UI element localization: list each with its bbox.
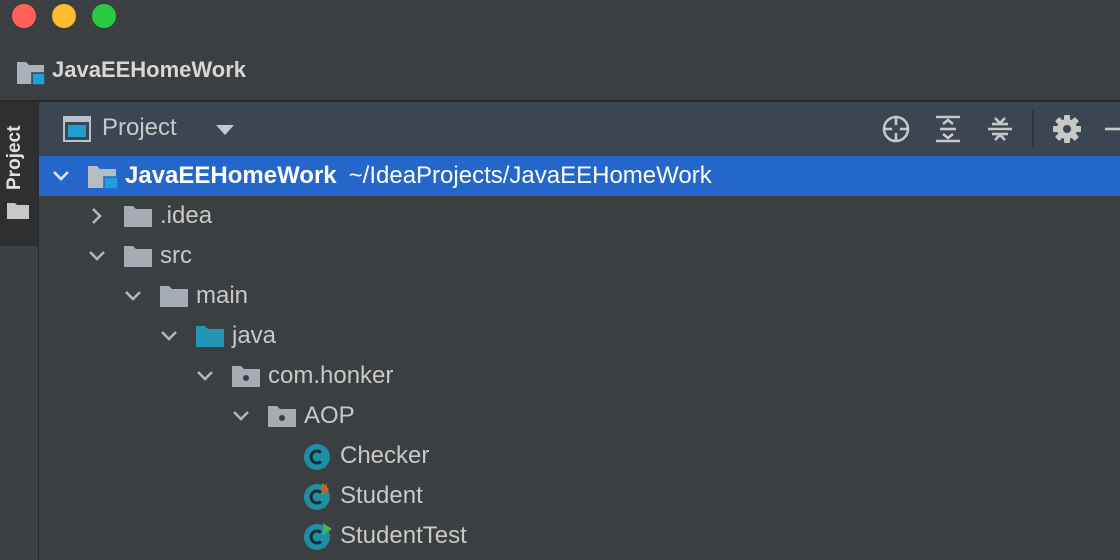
- project-panel-header: Project: [39, 102, 1120, 156]
- expand-all-icon[interactable]: [934, 114, 962, 144]
- project-tool-window-tab[interactable]: Project: [0, 102, 38, 246]
- locate-icon[interactable]: [881, 114, 911, 144]
- tree-row-studenttest[interactable]: StudentTest: [39, 516, 1120, 556]
- tree-label: Student: [340, 482, 423, 509]
- chevron-down-icon[interactable]: [231, 406, 251, 426]
- runnable-class-icon: [304, 523, 332, 550]
- tree-row-project-root[interactable]: JavaEEHomeWork ~/IdeaProjects/JavaEEHomeW…: [39, 156, 1120, 196]
- title-bar: JavaEEHomeWork: [0, 0, 1120, 100]
- project-view-icon: [63, 116, 91, 142]
- tree-row-checker[interactable]: Checker: [39, 436, 1120, 476]
- zoom-window-button[interactable]: [92, 4, 116, 28]
- toolbar-separator: [1032, 110, 1034, 148]
- folder-icon: [7, 203, 29, 219]
- project-name: JavaEEHomeWork: [125, 162, 337, 189]
- minimize-icon[interactable]: [1105, 114, 1120, 144]
- tree-label: src: [160, 242, 192, 269]
- project-tab-label: Project: [4, 125, 25, 190]
- chevron-right-icon[interactable]: [87, 206, 107, 226]
- project-path: ~/IdeaProjects/JavaEEHomeWork: [348, 162, 712, 189]
- tree-label: AOP: [304, 402, 355, 429]
- folder-icon: [160, 286, 188, 307]
- collapse-all-icon[interactable]: [986, 114, 1014, 144]
- class-icon: [304, 483, 330, 510]
- tree-row-aop[interactable]: AOP: [39, 396, 1120, 436]
- tree-label: StudentTest: [340, 522, 467, 549]
- tree-label: main: [196, 282, 249, 309]
- tree-row-idea[interactable]: .idea: [39, 196, 1120, 236]
- minimize-window-button[interactable]: [52, 4, 76, 28]
- folder-icon: [124, 206, 152, 227]
- tree-row-student[interactable]: Student: [39, 476, 1120, 516]
- chevron-down-icon[interactable]: [215, 124, 235, 136]
- tree-label: JavaEEHomeWork ~/IdeaProjects/JavaEEHomeW…: [125, 162, 712, 190]
- tree-label: com.honker: [268, 362, 394, 389]
- gear-icon[interactable]: [1052, 114, 1082, 144]
- folder-icon: [124, 246, 152, 267]
- chevron-down-icon[interactable]: [51, 166, 71, 186]
- source-folder-icon: [196, 326, 224, 347]
- project-folder-icon: [17, 62, 46, 86]
- chevron-down-icon[interactable]: [195, 366, 215, 386]
- tree-row-src[interactable]: src: [39, 236, 1120, 276]
- chevron-down-icon[interactable]: [159, 326, 179, 346]
- tree-row-com-honker[interactable]: com.honker: [39, 356, 1120, 396]
- view-selector[interactable]: Project: [102, 114, 177, 142]
- project-tree: JavaEEHomeWork ~/IdeaProjects/JavaEEHomeW…: [39, 156, 1120, 560]
- tree-label: java: [232, 322, 277, 349]
- tree-row-java[interactable]: java: [39, 316, 1120, 356]
- window-title: JavaEEHomeWork: [52, 57, 247, 82]
- chevron-down-icon[interactable]: [87, 246, 107, 266]
- package-icon: [268, 406, 296, 427]
- package-icon: [232, 366, 260, 387]
- project-folder-icon: [88, 166, 119, 190]
- tree-row-main[interactable]: main: [39, 276, 1120, 316]
- chevron-down-icon[interactable]: [123, 286, 143, 306]
- class-icon: [304, 444, 330, 470]
- tool-window-strip: Project: [0, 102, 39, 560]
- tree-label: Checker: [340, 442, 430, 469]
- tree-label: .idea: [160, 202, 213, 229]
- close-window-button[interactable]: [12, 4, 36, 28]
